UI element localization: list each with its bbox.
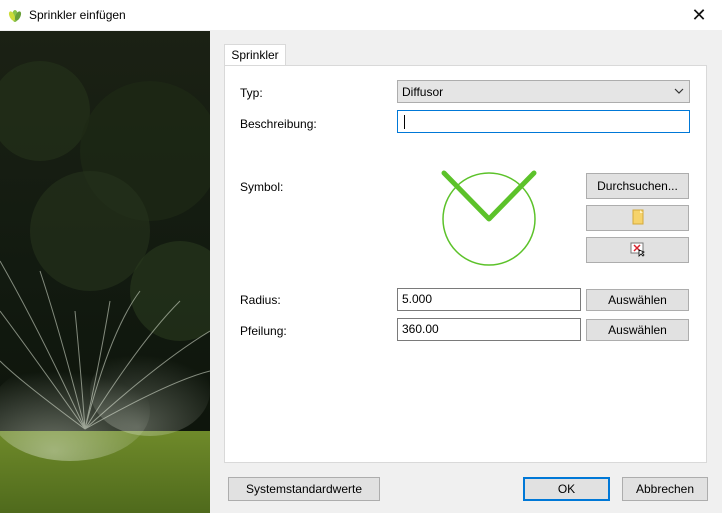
system-defaults-button[interactable]: Systemstandardwerte xyxy=(228,477,380,501)
ok-button[interactable]: OK xyxy=(523,477,610,501)
bearing-label: Pfeilung: xyxy=(240,324,287,338)
sprinkler-symbol-preview xyxy=(436,168,546,275)
window-title: Sprinkler einfügen xyxy=(29,8,126,22)
sprinkler-photo xyxy=(0,31,210,513)
remove-image-icon xyxy=(630,241,646,260)
radius-input[interactable]: 5.000 xyxy=(397,288,581,311)
type-label: Typ: xyxy=(240,86,263,100)
sprinkler-leaf-icon xyxy=(7,7,23,26)
radius-label: Radius: xyxy=(240,293,281,307)
folder-file-icon xyxy=(631,208,645,229)
type-dropdown-value: Diffusor xyxy=(402,85,444,99)
browse-button[interactable]: Durchsuchen... xyxy=(586,173,689,199)
open-symbol-button[interactable] xyxy=(586,205,689,231)
bearing-select-button[interactable]: Auswählen xyxy=(586,319,689,341)
close-button[interactable]: ✕ xyxy=(676,0,722,30)
symbol-label: Symbol: xyxy=(240,180,284,194)
description-label: Beschreibung: xyxy=(240,117,317,131)
clear-symbol-button[interactable] xyxy=(586,237,689,263)
bearing-input[interactable]: 360.00 xyxy=(397,318,581,341)
title-bar: Sprinkler einfügen ✕ xyxy=(0,0,722,30)
chevron-down-icon xyxy=(673,84,685,101)
cancel-button[interactable]: Abbrechen xyxy=(622,477,708,501)
type-dropdown[interactable]: Diffusor xyxy=(397,80,690,103)
close-icon: ✕ xyxy=(691,4,707,25)
tab-sprinkler[interactable]: Sprinkler xyxy=(224,44,286,66)
description-input[interactable] xyxy=(397,110,690,133)
text-caret xyxy=(404,115,405,129)
radius-select-button[interactable]: Auswählen xyxy=(586,289,689,311)
